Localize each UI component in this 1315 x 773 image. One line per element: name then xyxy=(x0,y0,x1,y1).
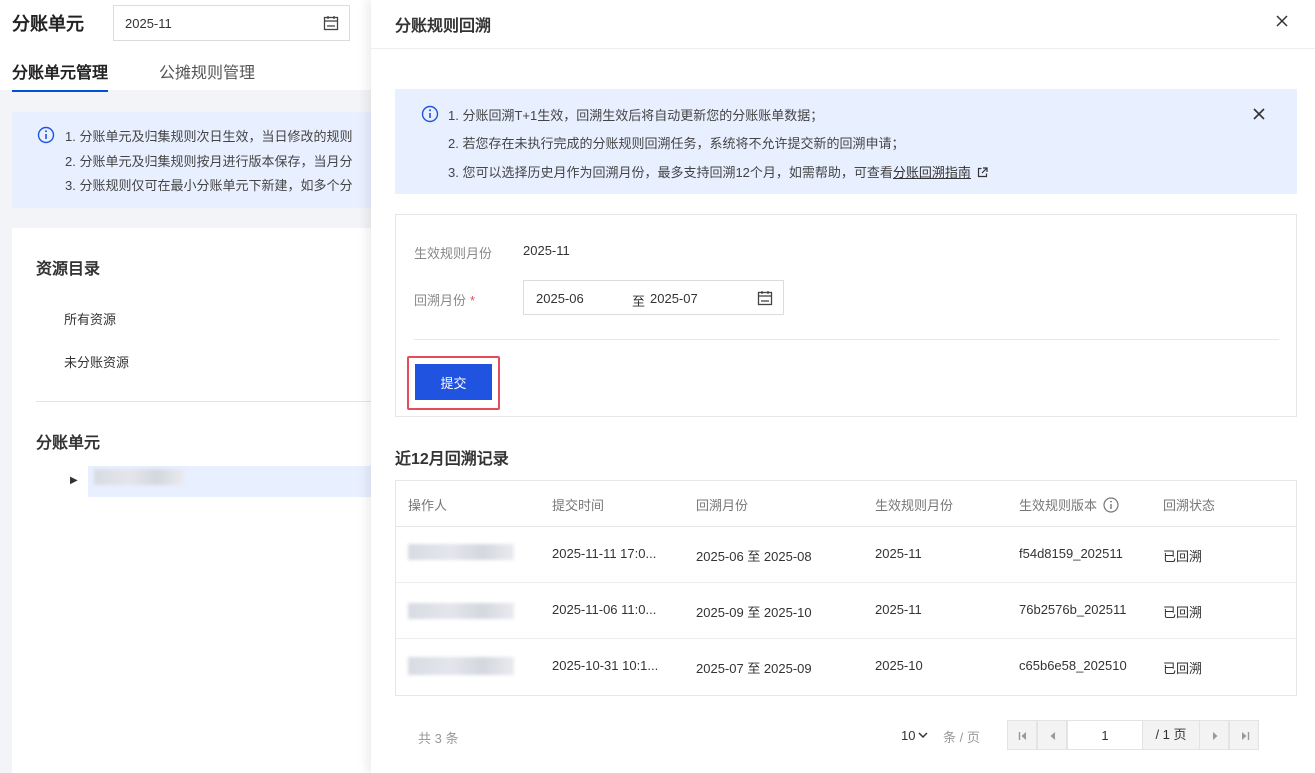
cell-backtrack-range: 2025-06 至 2025-08 xyxy=(696,549,812,564)
notice-line-2: 2. 分账单元及归集规则按月进行版本保存，当月分 xyxy=(65,154,353,169)
column-effective-version-label: 生效规则版本 xyxy=(1019,498,1098,513)
column-operator: 操作人 xyxy=(408,498,448,513)
required-mark: * xyxy=(470,293,476,308)
backtrack-guide-link[interactable]: 分账回溯指南 xyxy=(893,165,971,180)
page-size-unit: 条 / 页 xyxy=(943,730,980,745)
divider xyxy=(371,48,1315,49)
page-header: 分账单元 2025-11 分账单元管理 公摊规则管理 xyxy=(0,0,380,92)
cell-version: 76b2576b_202511 xyxy=(1019,602,1127,617)
backtrack-form: 生效规则月份 2025-11 回溯月份 * 2025-06 至 2025-07 提… xyxy=(395,214,1297,417)
drawer-title: 分账规则回溯 xyxy=(395,18,492,35)
page-size-value: 10 xyxy=(901,728,916,743)
resource-item-unallocated[interactable]: 未分账资源 xyxy=(64,352,129,371)
cell-effective-month: 2025-11 xyxy=(875,602,922,617)
column-effective-version: 生效规则版本 xyxy=(1019,495,1119,516)
cell-status: 已回溯 xyxy=(1163,549,1203,564)
calendar-icon[interactable] xyxy=(757,290,773,309)
tab-shared-rule-management[interactable]: 公摊规则管理 xyxy=(159,59,255,83)
calendar-icon xyxy=(323,15,339,34)
table-row: 2025-11-06 11:0... 2025-09 至 2025-10 202… xyxy=(396,583,1296,639)
cell-backtrack-range: 2025-09 至 2025-10 xyxy=(696,605,812,620)
cell-submit-time: 2025-11-11 17:0... xyxy=(552,546,657,561)
range-separator: 至 xyxy=(632,294,646,309)
table-row: 2025-11-11 17:0... 2025-06 至 2025-08 202… xyxy=(396,527,1296,583)
redacted-operator xyxy=(408,657,514,675)
divider xyxy=(414,339,1279,340)
background-notice: 1. 分账单元及归集规则次日生效，当日修改的规则 2. 分账单元及归集规则按月进… xyxy=(12,112,380,208)
month-picker-value: 2025-11 xyxy=(125,16,172,31)
last-page-icon[interactable] xyxy=(1229,720,1259,750)
next-page-icon[interactable] xyxy=(1199,720,1229,750)
info-icon xyxy=(421,105,439,126)
effective-month-label: 生效规则月份 xyxy=(414,246,493,261)
cell-backtrack-range: 2025-07 至 2025-09 xyxy=(696,661,812,676)
month-range-picker[interactable]: 2025-06 至 2025-07 xyxy=(523,280,784,315)
page-title: 分账单元 xyxy=(12,14,84,34)
effective-month-value: 2025-11 xyxy=(523,243,570,258)
table-header: 操作人 提交时间 回溯月份 生效规则月份 生效规则版本 回溯状态 xyxy=(396,481,1296,527)
backtrack-month-label: 回溯月份 * xyxy=(414,290,475,309)
cell-effective-month: 2025-11 xyxy=(875,546,922,561)
range-start[interactable]: 2025-06 xyxy=(536,291,584,306)
range-end[interactable]: 2025-07 xyxy=(650,291,698,306)
help-circle-icon[interactable] xyxy=(1103,497,1119,516)
page-size-select[interactable]: 10 xyxy=(901,727,928,743)
page-number-input[interactable] xyxy=(1067,720,1143,750)
cell-status: 已回溯 xyxy=(1163,605,1203,620)
tab-unit-management[interactable]: 分账单元管理 xyxy=(12,59,109,92)
caret-right-icon[interactable]: ▶ xyxy=(70,475,78,486)
month-picker[interactable]: 2025-11 xyxy=(113,5,350,41)
first-page-icon[interactable] xyxy=(1007,720,1037,750)
redacted-operator xyxy=(408,544,514,560)
alert-line-1: 1. 分账回溯T+1生效，回溯生效后将自动更新您的分账账单数据； xyxy=(448,108,824,123)
cell-version: c65b6e58_202510 xyxy=(1019,658,1127,673)
resource-item-all[interactable]: 所有资源 xyxy=(64,309,116,328)
submit-button[interactable]: 提交 xyxy=(415,364,492,400)
alert-line-2: 2. 若您存在未执行完成的分账规则回溯任务，系统将不允许提交新的回溯申请； xyxy=(448,136,905,151)
external-link-icon[interactable] xyxy=(977,166,988,181)
redacted-operator xyxy=(408,603,514,619)
table-row: 2025-10-31 10:1... 2025-07 至 2025-09 202… xyxy=(396,639,1296,695)
unit-heading: 分账单元 xyxy=(36,435,101,452)
backtrack-month-label-text: 回溯月份 xyxy=(414,293,467,308)
alert-line-3: 3. 您可以选择历史月作为回溯月份，最多支持回溯12个月，如需帮助，可查看分账回… xyxy=(448,162,988,181)
cell-status: 已回溯 xyxy=(1163,661,1203,676)
total-pages: / 1 页 xyxy=(1143,720,1199,750)
backtrack-drawer: 分账规则回溯 1. 分账回溯T+1生效，回溯生效后将自动更新您的分账账单数据； … xyxy=(371,0,1315,773)
notice-line-1: 1. 分账单元及归集规则次日生效，当日修改的规则 xyxy=(65,129,353,144)
notice-line-3: 3. 分账规则仅可在最小分账单元下新建，如多个分 xyxy=(65,178,353,193)
redacted-unit-name xyxy=(94,469,184,485)
cell-version: f54d8159_202511 xyxy=(1019,546,1123,561)
cell-submit-time: 2025-10-31 10:1... xyxy=(552,658,659,673)
chevron-down-icon xyxy=(918,727,928,742)
column-status: 回溯状态 xyxy=(1163,498,1216,513)
alert-close-icon[interactable] xyxy=(1252,107,1266,121)
cell-submit-time: 2025-11-06 11:0... xyxy=(552,602,657,617)
column-effective-month: 生效规则月份 xyxy=(875,498,954,513)
resource-panel: 资源目录 所有资源 未分账资源 分账单元 ▶ xyxy=(12,228,380,773)
column-submit-time: 提交时间 xyxy=(552,498,605,513)
pagination-total: 共 3 条 xyxy=(418,731,459,746)
column-backtrack-month: 回溯月份 xyxy=(696,498,749,513)
info-icon xyxy=(37,126,55,147)
records-table: 操作人 提交时间 回溯月份 生效规则月份 生效规则版本 回溯状态 2025-11… xyxy=(395,480,1297,696)
close-icon[interactable] xyxy=(1273,12,1291,30)
resource-heading: 资源目录 xyxy=(36,261,101,278)
prev-page-icon[interactable] xyxy=(1037,720,1067,750)
cell-effective-month: 2025-10 xyxy=(875,658,923,673)
alert-line-3-text: 3. 您可以选择历史月作为回溯月份，最多支持回溯12个月，如需帮助，可查看 xyxy=(448,165,893,180)
records-title: 近12月回溯记录 xyxy=(395,451,509,468)
divider xyxy=(36,401,380,402)
info-alert: 1. 分账回溯T+1生效，回溯生效后将自动更新您的分账账单数据； 2. 若您存在… xyxy=(395,89,1297,194)
